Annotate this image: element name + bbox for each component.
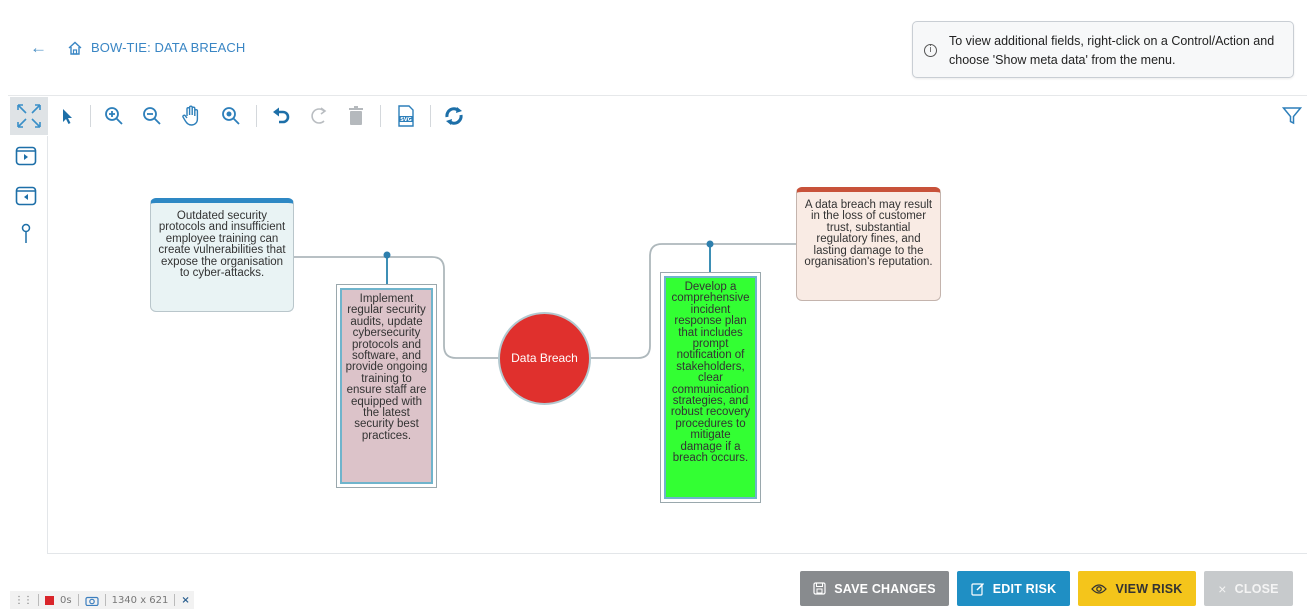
save-changes-button[interactable]: SAVE CHANGES [800, 571, 949, 606]
view-risk-label: VIEW RISK [1115, 581, 1183, 596]
preventive-control-text: Implement regular security audits, updat… [345, 293, 428, 442]
recorder-separator [38, 594, 39, 606]
connector-dot [383, 251, 391, 259]
cause-text: Outdated security protocols and insuffic… [158, 210, 286, 280]
recorder-separator [174, 594, 176, 606]
top-event-label: Data Breach [511, 350, 578, 365]
eye-icon [1091, 583, 1108, 594]
recorder-size: 1340 x 621 [111, 594, 169, 606]
consequence-node[interactable]: A data breach may result in the loss of … [796, 187, 941, 301]
edit-risk-label: EDIT RISK [992, 581, 1057, 596]
screen-recorder-bar: ⋮⋮ 0s 1340 x 621 × [10, 591, 194, 609]
connector-dot [706, 240, 714, 248]
edit-icon [971, 582, 984, 596]
close-icon: × [1218, 580, 1227, 597]
view-risk-button[interactable]: VIEW RISK [1078, 571, 1196, 606]
close-label: CLOSE [1234, 581, 1279, 596]
close-button[interactable]: × CLOSE [1204, 571, 1293, 606]
drag-handle-icon[interactable]: ⋮⋮ [14, 595, 33, 606]
save-changes-label: SAVE CHANGES [834, 581, 936, 596]
mitigating-control-node[interactable]: Develop a comprehensive incident respons… [660, 272, 761, 503]
record-stop-icon[interactable] [45, 595, 54, 605]
mitigating-control-text: Develop a comprehensive incident respons… [670, 281, 751, 465]
camera-icon[interactable] [84, 595, 99, 606]
edit-risk-button[interactable]: EDIT RISK [957, 571, 1070, 606]
top-event-node[interactable]: Data Breach [498, 312, 591, 405]
recorder-close-icon[interactable]: × [181, 595, 189, 606]
recorder-separator [77, 594, 79, 606]
save-icon [813, 582, 826, 595]
preventive-control-node[interactable]: Implement regular security audits, updat… [336, 284, 437, 488]
recorder-separator [104, 594, 106, 606]
recorder-time: 0s [60, 594, 72, 606]
cause-node[interactable]: Outdated security protocols and insuffic… [150, 198, 294, 312]
consequence-text: A data breach may result in the loss of … [804, 199, 933, 269]
